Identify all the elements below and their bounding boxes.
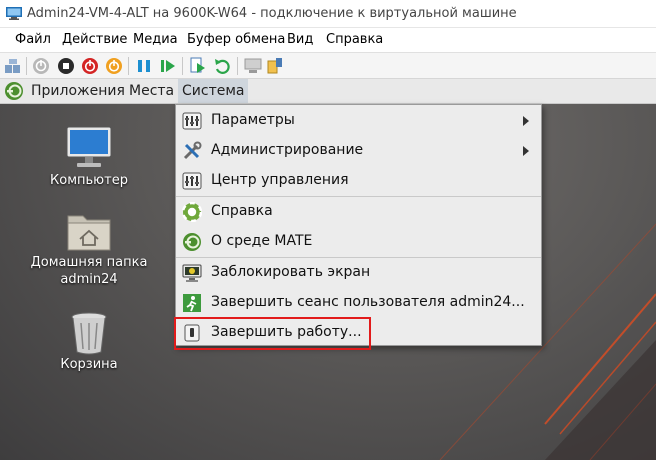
- menu-item-control-center[interactable]: Центр управления: [176, 166, 541, 196]
- share-icon[interactable]: [266, 57, 284, 75]
- menu-item-label: Параметры: [211, 112, 295, 128]
- desktop-icon-label-line2: admin24: [60, 272, 118, 287]
- menu-action[interactable]: Действие: [62, 32, 127, 47]
- revert-icon[interactable]: [213, 57, 231, 75]
- submenu-arrow-icon: [523, 146, 529, 156]
- menu-item-label: Центр управления: [211, 172, 349, 188]
- menu-item-shutdown[interactable]: Завершить работу...: [176, 318, 541, 348]
- start-icon[interactable]: [32, 57, 50, 75]
- panel-menu-system[interactable]: Система: [178, 79, 249, 103]
- shutdown-icon: [184, 324, 200, 342]
- menu-media[interactable]: Медиа: [133, 32, 178, 47]
- menu-item-label: Завершить сеанс пользователя admin24...: [211, 294, 525, 310]
- desktop-icon-trash[interactable]: Корзина: [40, 310, 138, 373]
- desktop-icon-home-folder[interactable]: Домашняя папка admin24: [24, 208, 154, 288]
- menu-help[interactable]: Справка: [326, 32, 383, 47]
- mate-icon: [183, 233, 201, 251]
- menu-clipboard[interactable]: Буфер обмена: [187, 32, 285, 47]
- menu-item-administration[interactable]: Администрирование: [176, 136, 541, 166]
- trash-icon: [71, 312, 107, 355]
- computer-icon: [66, 126, 112, 167]
- menu-item-label: Заблокировать экран: [211, 264, 371, 280]
- desktop-icon-label: Корзина: [60, 357, 118, 372]
- turn-off-icon[interactable]: [57, 57, 75, 75]
- tools-icon: [183, 141, 202, 160]
- menu-item-logout[interactable]: Завершить сеанс пользователя admin24...: [176, 288, 541, 318]
- toolbar-separator: [128, 57, 129, 75]
- menu-item-label: Завершить работу...: [211, 324, 362, 340]
- menu-item-label: О среде MATE: [211, 233, 313, 249]
- submenu-arrow-icon: [523, 116, 529, 126]
- menu-item-label: Администрирование: [211, 142, 364, 158]
- mate-top-panel: Приложения Места Система: [0, 79, 656, 104]
- panel-menu-places[interactable]: Места: [129, 79, 174, 103]
- lock-screen-icon: [182, 264, 202, 282]
- resume-icon[interactable]: [159, 57, 177, 75]
- menubar: Файл Действие Медиа Буфер обмена Вид Спр…: [0, 28, 656, 52]
- desktop-icon-label: Компьютер: [50, 173, 128, 188]
- checkpoint-icon[interactable]: [189, 57, 207, 75]
- ctrl-alt-del-icon[interactable]: [4, 57, 22, 75]
- menu-view[interactable]: Вид: [287, 32, 313, 47]
- shutdown-icon[interactable]: [81, 57, 99, 75]
- toolbar-separator: [182, 57, 183, 75]
- menu-item-help[interactable]: Справка: [176, 197, 541, 227]
- control-center-icon: [182, 172, 202, 190]
- toolbar-separator: [26, 57, 27, 75]
- menu-item-preferences[interactable]: Параметры: [176, 106, 541, 136]
- toolbar-separator: [237, 57, 238, 75]
- help-icon: [182, 202, 202, 222]
- preferences-icon: [182, 112, 202, 130]
- mate-logo-icon: [5, 82, 23, 100]
- panel-menu-applications[interactable]: Приложения: [31, 79, 125, 103]
- save-icon[interactable]: [105, 57, 123, 75]
- menu-item-about-mate[interactable]: О среде MATE: [176, 227, 541, 257]
- window-title: Admin24-VM-4-ALT на 9600K-W64 - подключе…: [27, 6, 517, 21]
- vm-connection-icon: [6, 7, 22, 20]
- menu-item-lock-screen[interactable]: Заблокировать экран: [176, 258, 541, 288]
- toolbar: [0, 52, 656, 79]
- pause-icon[interactable]: [135, 57, 153, 75]
- menu-file[interactable]: Файл: [15, 32, 51, 47]
- menu-item-label: Справка: [211, 203, 273, 219]
- window-titlebar: Admin24-VM-4-ALT на 9600K-W64 - подключе…: [0, 0, 656, 28]
- logout-icon: [183, 294, 201, 312]
- desktop-icon-computer[interactable]: Компьютер: [30, 124, 148, 189]
- home-folder-icon: [67, 215, 111, 251]
- enhanced-session-icon[interactable]: [244, 57, 262, 75]
- desktop-icon-label: Домашняя папка: [30, 255, 148, 270]
- system-menu: Параметры Администрирование Центр управл…: [175, 104, 542, 346]
